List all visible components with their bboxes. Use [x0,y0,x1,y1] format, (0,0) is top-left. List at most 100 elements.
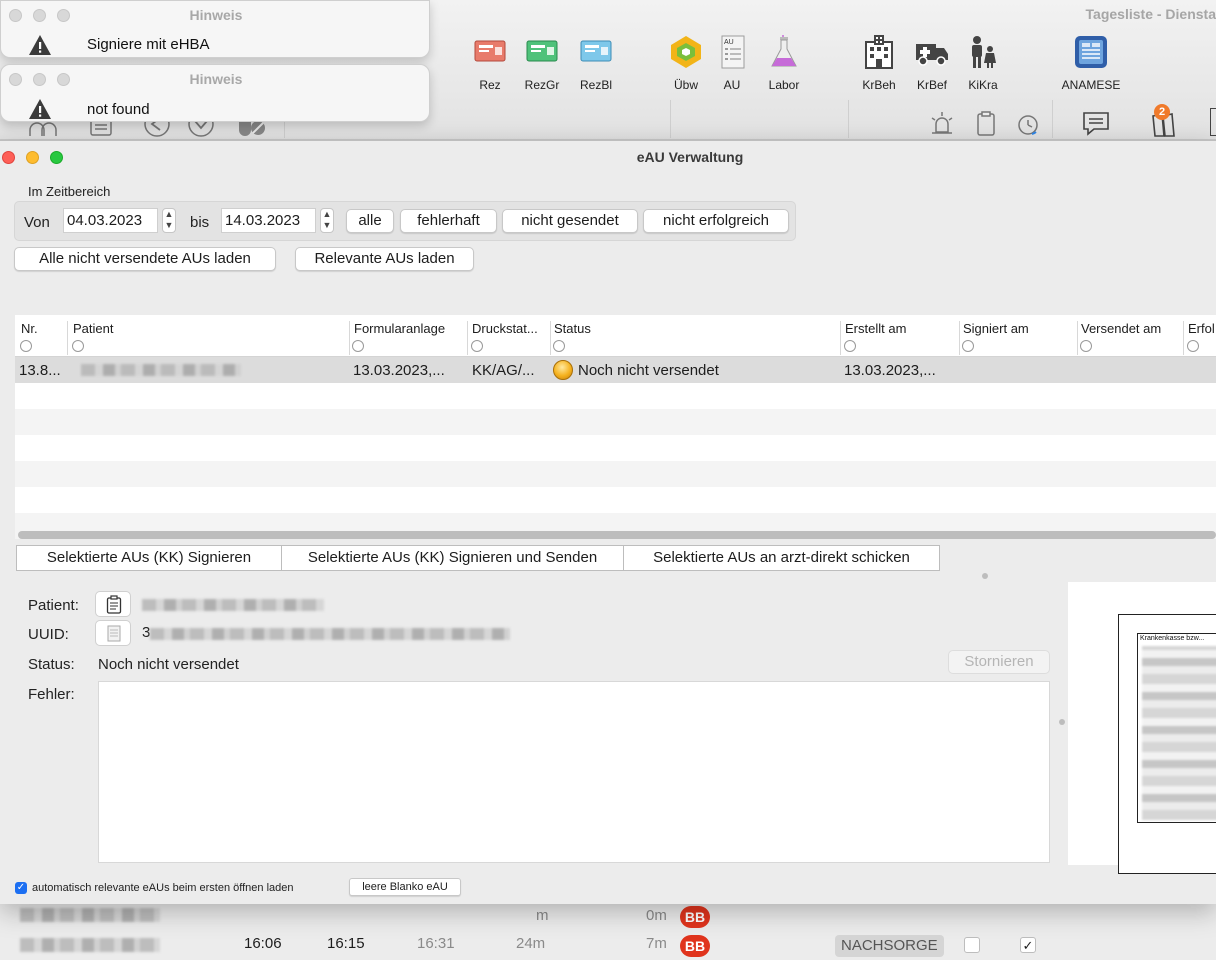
column-divider [550,321,551,355]
patient-clipboard-button[interactable] [95,591,131,617]
split-view-handle[interactable] [982,573,988,579]
notification-title: Hinweis [189,71,243,87]
blurred-patient-name [81,364,241,376]
column-header-erstellt[interactable]: Erstellt am [845,321,906,336]
filter-fehlerhaft-button[interactable]: fehlerhaft [400,209,497,233]
cell-erstellt: 13.03.2023,... [844,362,936,379]
au-form-icon: AU [721,35,745,69]
column-filter-radio[interactable] [352,340,364,352]
background-window-title: Tagesliste - Diensta [1085,6,1216,22]
notification-signiere[interactable]: Hinweis Signiere mit eHBA [0,0,430,58]
column-filter-radio[interactable] [1187,340,1199,352]
send-arzt-direkt-button[interactable]: Selektierte AUs an arzt-direkt schicken [623,545,940,571]
notification-message: Signiere mit eHBA [87,36,210,53]
clipboard-icon[interactable] [972,110,1000,136]
table-row[interactable] [15,461,1216,487]
column-divider [1077,321,1078,355]
document-icon [107,625,121,642]
bg-cell-duration: 24m [516,935,546,952]
alarm-light-icon[interactable] [928,110,956,136]
alarm-clock-icon[interactable] [1014,110,1042,136]
prescription-blue-icon [580,40,612,62]
to-label: bis [190,214,210,231]
toolbar-separator [848,100,849,138]
date-range-group: Von 04.03.2023 ▲ ▼ bis 14.03.2023 ▲ ▼ alle… [14,201,796,241]
toolbar-kikra-label: KiKra [968,78,998,92]
nachsorge-tag: NACHSORGE [835,935,944,957]
stornieren-button[interactable]: Stornieren [948,650,1050,674]
filter-nicht-gesendet-button[interactable]: nicht gesendet [502,209,638,233]
referral-icon [671,36,701,68]
load-relevant-button[interactable]: Relevante AUs laden [295,247,474,271]
tasks-button[interactable]: 2 [1150,104,1190,140]
to-date-stepper[interactable]: ▲ ▼ [320,208,334,233]
window-title: eAU Verwaltung [636,149,744,165]
table-row[interactable] [15,383,1216,409]
column-header-patient[interactable]: Patient [73,321,113,336]
sign-and-send-selected-button[interactable]: Selektierte AUs (KK) Signieren und Sende… [281,545,624,571]
blurred-patient-name [142,599,324,611]
uuid-copy-button[interactable] [95,620,131,646]
column-header-versendet[interactable]: Versendet am [1081,321,1161,336]
bb-badge: BB [680,935,710,957]
blank-eau-button[interactable]: leere Blanko eAU [349,878,461,896]
from-label: Von [24,214,50,231]
table-row[interactable]: 13.8... 13.03.2023,... KK/AG/... Noch ni… [15,357,1216,383]
toolbar-au-button[interactable]: AU AU [702,34,762,92]
toolbar-labor-button[interactable]: Labor [754,34,814,92]
cell-nr: 13.8... [19,362,61,379]
column-header-signiert[interactable]: Signiert am [963,321,1029,336]
load-all-unsent-button[interactable]: Alle nicht versendete AUs laden [14,247,276,271]
toolbar-separator [670,100,671,138]
bg-cell-duration: m [536,907,549,924]
table-row[interactable] [15,487,1216,513]
from-date-stepper[interactable]: ▲ ▼ [162,208,176,233]
range-label: Im Zeitbereich [28,184,111,199]
column-header-nr[interactable]: Nr. [21,321,38,336]
auto-load-checkbox[interactable]: ✓ [15,882,27,894]
column-filter-radio[interactable] [72,340,84,352]
table-horizontal-scrollbar[interactable] [18,531,1216,539]
toolbar-krbeh-button[interactable]: KrBeh [849,34,909,92]
row-checkbox-checked[interactable]: ✓ [1020,937,1036,953]
preview-form-frame: Krankenkasse bzw... [1137,633,1216,823]
toolbar-rez-button[interactable]: Rez [460,34,520,92]
column-header-status[interactable]: Status [554,321,591,336]
filter-alle-button[interactable]: alle [346,209,394,233]
message-icon[interactable] [1082,110,1110,136]
column-divider [67,321,68,355]
column-divider [349,321,350,355]
toolbar-anamese-button[interactable]: ANAMESE [1061,34,1121,92]
from-date-field[interactable]: 04.03.2023 [63,208,158,233]
column-header-erfolg[interactable]: Erfol [1188,321,1215,336]
error-text-area[interactable] [98,681,1050,863]
column-header-formularanlage[interactable]: Formularanlage [354,321,445,336]
column-filter-radio[interactable] [844,340,856,352]
column-filter-radio[interactable] [553,340,565,352]
column-header-druckstatus[interactable]: Druckstat... [472,321,538,336]
filter-nicht-erfolgreich-button[interactable]: nicht erfolgreich [643,209,789,233]
table-row[interactable] [15,409,1216,435]
column-filter-radio[interactable] [20,340,32,352]
toolbar-anamese-label: ANAMESE [1061,78,1121,92]
column-filter-radio[interactable] [962,340,974,352]
column-filter-radio[interactable] [1080,340,1092,352]
au-icon-text: AU [724,39,734,46]
column-divider [840,321,841,355]
anamnese-icon [1075,36,1107,68]
flask-icon [771,35,797,67]
column-filter-radio[interactable] [471,340,483,352]
toolbar-rezbl-button[interactable]: RezBl [566,34,626,92]
notification-not-found[interactable]: Hinweis not found [0,64,430,122]
cell-status: Noch nicht versendet [578,362,719,379]
toolbar-kikra-button[interactable]: KiKra [953,34,1013,92]
toolbar-rezgr-button[interactable]: RezGr [512,34,572,92]
sign-selected-button[interactable]: Selektierte AUs (KK) Signieren [16,545,282,571]
column-divider [467,321,468,355]
table-header: Nr. Patient Formularanlage Druckstat... … [15,315,1216,357]
split-view-handle[interactable] [1059,719,1065,725]
row-checkbox[interactable] [964,937,980,953]
table-row[interactable] [15,435,1216,461]
to-date-field[interactable]: 14.03.2023 [221,208,316,233]
clipboard-icon [106,595,122,614]
